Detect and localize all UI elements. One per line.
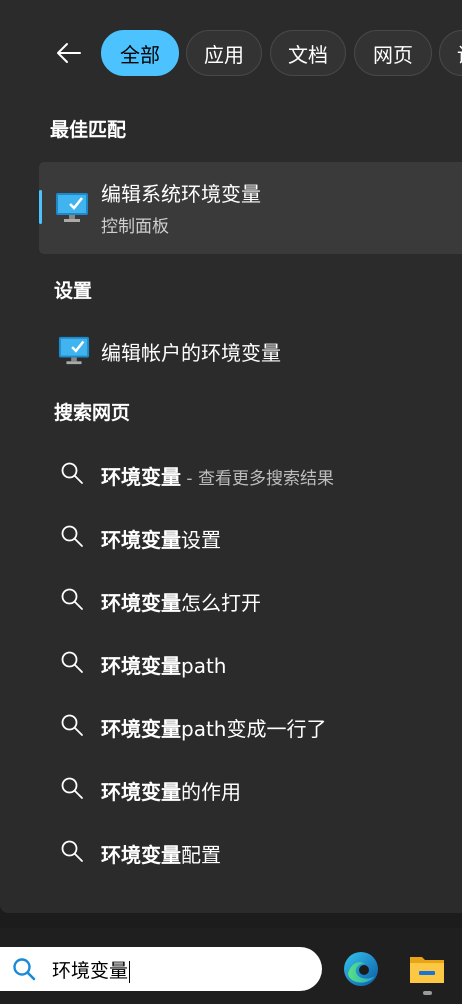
file-explorer-icon[interactable] [408,951,446,987]
selection-accent [39,190,42,224]
search-results-panel: 全部 应用 文档 网页 设 最佳匹配 编辑系统环境变量 控制面板 设置 编辑帐户… [0,0,462,913]
control-panel-monitor-icon [58,336,90,365]
settings-heading: 设置 [54,280,93,302]
search-icon [61,840,83,862]
tab-web[interactable]: 网页 [354,30,432,76]
search-icon [61,714,83,736]
back-arrow-icon [57,43,81,63]
best-match-heading: 最佳匹配 [50,119,127,141]
search-icon [13,958,36,981]
web-result[interactable]: 环境变量path [0,637,462,687]
best-match-title: 编辑系统环境变量 [101,182,261,206]
web-result-label: 环境变量设置 [101,528,221,552]
tab-all[interactable]: 全部 [101,30,179,76]
tab-settings[interactable]: 设 [439,30,462,76]
web-result-label: 环境变量 - 查看更多搜索结果 [101,465,334,489]
settings-item[interactable]: 编辑帐户的环境变量 [39,326,462,374]
search-icon [61,588,83,610]
web-result[interactable]: 环境变量path变成一行了 [0,700,462,750]
search-icon [61,777,83,799]
search-icon [61,462,83,484]
web-result[interactable]: 环境变量 - 查看更多搜索结果 [0,448,462,498]
web-search-heading: 搜索网页 [54,402,131,424]
active-app-indicator [423,991,432,995]
web-result-label: 环境变量path变成一行了 [101,717,327,741]
edge-icon[interactable] [342,950,380,988]
tab-documents[interactable]: 文档 [270,30,346,76]
web-result-label: 环境变量配置 [101,843,221,867]
web-result[interactable]: 环境变量配置 [0,826,462,876]
web-result-label: 环境变量path [101,654,227,678]
web-result[interactable]: 环境变量的作用 [0,763,462,813]
taskbar-search-box[interactable]: 环境变量 [0,947,322,991]
text-caret [129,960,131,983]
search-input[interactable]: 环境变量 [52,956,131,983]
control-panel-monitor-icon [56,193,88,222]
web-result[interactable]: 环境变量怎么打开 [0,574,462,624]
web-result-label: 环境变量的作用 [101,780,241,804]
search-icon [61,525,83,547]
best-match-subtitle: 控制面板 [101,217,169,237]
search-icon [61,651,83,673]
web-result-label: 环境变量怎么打开 [101,591,261,615]
web-result[interactable]: 环境变量设置 [0,511,462,561]
tab-apps[interactable]: 应用 [186,30,262,76]
best-match-item[interactable]: 编辑系统环境变量 控制面板 [39,162,462,254]
back-button[interactable] [52,36,86,70]
settings-item-label: 编辑帐户的环境变量 [101,341,281,365]
